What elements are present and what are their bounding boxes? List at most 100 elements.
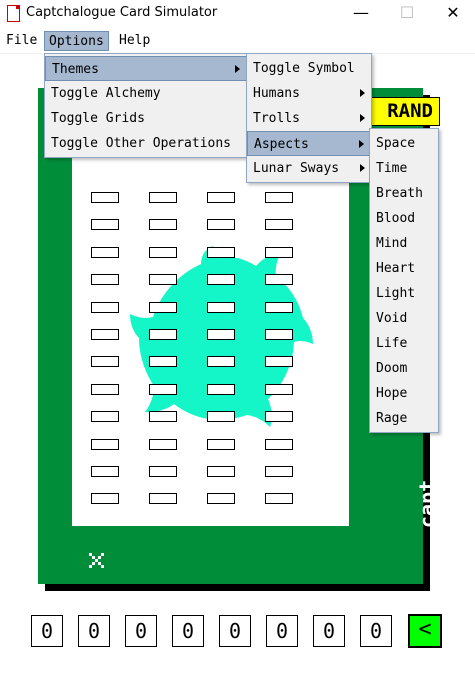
menu-item-aspect-breath[interactable]: Breath <box>370 181 438 206</box>
minimize-button[interactable]: — <box>338 0 384 28</box>
grid-cell[interactable] <box>149 247 177 258</box>
menu-item-aspect-void[interactable]: Void <box>370 306 438 331</box>
grid-cell[interactable] <box>265 439 293 450</box>
punch-grid <box>72 153 349 526</box>
menu-item-aspect-life[interactable]: Life <box>370 331 438 356</box>
menu-help[interactable]: Help <box>115 31 154 51</box>
submenu-arrow-icon <box>360 164 365 172</box>
grid-cell[interactable] <box>207 274 235 285</box>
menu-item-aspect-light[interactable]: Light <box>370 281 438 306</box>
submenu-arrow-icon <box>235 65 240 73</box>
grid-cell[interactable] <box>149 219 177 230</box>
grid-cell[interactable] <box>149 356 177 367</box>
menu-item-label: Aspects <box>254 137 309 152</box>
grid-cell[interactable] <box>91 493 119 504</box>
menu-item-label: Themes <box>52 62 99 77</box>
menu-item-toggle-grids[interactable]: Toggle Grids <box>45 106 247 131</box>
grid-cell[interactable] <box>207 466 235 477</box>
grid-cell[interactable] <box>207 192 235 203</box>
grid-cell[interactable] <box>149 466 177 477</box>
grid-cell[interactable] <box>149 192 177 203</box>
menu-item-aspect-rage[interactable]: Rage <box>370 406 438 431</box>
grid-cell[interactable] <box>207 356 235 367</box>
grid-cell[interactable] <box>91 356 119 367</box>
grid-cell[interactable] <box>265 384 293 395</box>
menu-item-lunar-sways[interactable]: Lunar Sways <box>247 156 371 181</box>
grid-cell[interactable] <box>207 329 235 340</box>
grid-cell[interactable] <box>207 493 235 504</box>
menu-item-aspect-heart[interactable]: Heart <box>370 256 438 281</box>
maximize-button[interactable]: ☐ <box>384 0 430 28</box>
code-digit-box[interactable]: 0 <box>125 615 157 647</box>
grid-cell[interactable] <box>207 302 235 313</box>
menu-item-aspect-time[interactable]: Time <box>370 156 438 181</box>
submenu-arrow-icon <box>360 114 365 122</box>
grid-cell[interactable] <box>265 466 293 477</box>
grid-cell[interactable] <box>207 247 235 258</box>
grid-cell[interactable] <box>207 384 235 395</box>
grid-cell[interactable] <box>91 247 119 258</box>
menu-item-aspect-blood[interactable]: Blood <box>370 206 438 231</box>
menu-item-aspect-mind[interactable]: Mind <box>370 231 438 256</box>
grid-cell[interactable] <box>149 329 177 340</box>
grid-cell[interactable] <box>265 329 293 340</box>
app-icon <box>7 5 20 22</box>
grid-cell[interactable] <box>207 219 235 230</box>
menu-item-label: Humans <box>253 86 300 101</box>
brand-label: RAND <box>370 97 440 126</box>
grid-cell[interactable] <box>91 192 119 203</box>
grid-cell[interactable] <box>265 356 293 367</box>
code-digit-box[interactable]: 0 <box>360 615 392 647</box>
menu-item-aspects[interactable]: Aspects <box>247 131 371 156</box>
options-dropdown: Themes Toggle Alchemy Toggle Grids Toggl… <box>44 53 248 158</box>
themes-dropdown: Toggle Symbol Humans Trolls Aspects Luna… <box>246 53 372 183</box>
grid-cell[interactable] <box>265 411 293 422</box>
grid-cell[interactable] <box>265 247 293 258</box>
code-digit-box[interactable]: 0 <box>313 615 345 647</box>
title-bar: Captchalogue Card Simulator — ☐ ✕ <box>0 0 475 28</box>
code-digit-box[interactable]: 0 <box>266 615 298 647</box>
grid-cell[interactable] <box>149 302 177 313</box>
menu-item-aspect-hope[interactable]: Hope <box>370 381 438 406</box>
menu-file[interactable]: File <box>2 31 41 51</box>
grid-cell[interactable] <box>91 439 119 450</box>
menu-item-aspect-space[interactable]: Space <box>370 131 438 156</box>
grid-cell[interactable] <box>149 384 177 395</box>
grid-cell[interactable] <box>91 274 119 285</box>
code-digit-box[interactable]: 0 <box>172 615 204 647</box>
grid-cell[interactable] <box>149 274 177 285</box>
aspects-dropdown: Space Time Breath Blood Mind Heart Light Void Li… <box>369 128 439 433</box>
back-button[interactable]: < <box>408 614 442 648</box>
window-title: Captchalogue Card Simulator <box>26 5 218 20</box>
grid-cell[interactable] <box>265 192 293 203</box>
grid-cell[interactable] <box>91 302 119 313</box>
menu-options[interactable]: Options <box>44 31 109 51</box>
grid-cell[interactable] <box>91 329 119 340</box>
code-digit-box[interactable]: 0 <box>31 615 63 647</box>
grid-cell[interactable] <box>91 411 119 422</box>
close-button[interactable]: ✕ <box>430 0 475 28</box>
grid-cell[interactable] <box>149 411 177 422</box>
grid-cell[interactable] <box>265 302 293 313</box>
menu-item-toggle-alchemy[interactable]: Toggle Alchemy <box>45 81 247 106</box>
grid-cell[interactable] <box>265 493 293 504</box>
grid-cell[interactable] <box>91 466 119 477</box>
grid-cell[interactable] <box>149 493 177 504</box>
grid-cell[interactable] <box>207 439 235 450</box>
grid-cell[interactable] <box>265 219 293 230</box>
grid-cell[interactable] <box>91 219 119 230</box>
code-digit-box[interactable]: 0 <box>219 615 251 647</box>
menu-item-themes[interactable]: Themes <box>45 56 247 81</box>
menu-item-toggle-symbol[interactable]: Toggle Symbol <box>247 56 371 81</box>
grid-cell[interactable] <box>149 439 177 450</box>
menu-item-humans[interactable]: Humans <box>247 81 371 106</box>
grid-cell[interactable] <box>265 274 293 285</box>
menu-item-toggle-other-operations[interactable]: Toggle Other Operations <box>45 131 247 156</box>
grid-cell[interactable] <box>91 384 119 395</box>
menu-item-aspect-doom[interactable]: Doom <box>370 356 438 381</box>
menu-item-label: Lunar Sways <box>253 161 340 176</box>
code-digit-box[interactable]: 0 <box>78 615 110 647</box>
grid-cell[interactable] <box>207 411 235 422</box>
menu-bar: File Options Help <box>0 29 475 54</box>
menu-item-trolls[interactable]: Trolls <box>247 106 371 131</box>
